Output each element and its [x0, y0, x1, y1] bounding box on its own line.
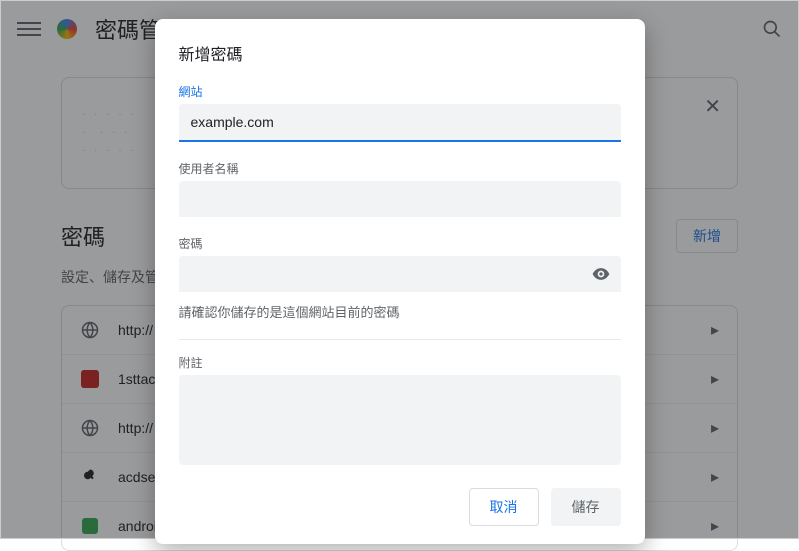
- username-input[interactable]: [179, 181, 621, 217]
- divider: [179, 339, 621, 340]
- password-helper-text: 請確認你儲存的是這個網站目前的密碼: [179, 302, 621, 321]
- dialog-title: 新增密碼: [179, 41, 621, 65]
- show-password-icon[interactable]: [591, 264, 611, 284]
- password-input[interactable]: [179, 256, 621, 292]
- note-label: 附註: [179, 354, 621, 371]
- site-input[interactable]: [179, 104, 621, 142]
- save-button[interactable]: 儲存: [551, 488, 621, 526]
- site-label: 網站: [179, 83, 621, 100]
- username-label: 使用者名稱: [179, 160, 621, 177]
- add-password-dialog: 新增密碼 網站 使用者名稱 密碼 請確認你儲存的是這個網站目前的密碼 附註 取消…: [155, 19, 645, 544]
- password-label: 密碼: [179, 235, 621, 252]
- note-input[interactable]: [179, 375, 621, 465]
- cancel-button[interactable]: 取消: [469, 488, 539, 526]
